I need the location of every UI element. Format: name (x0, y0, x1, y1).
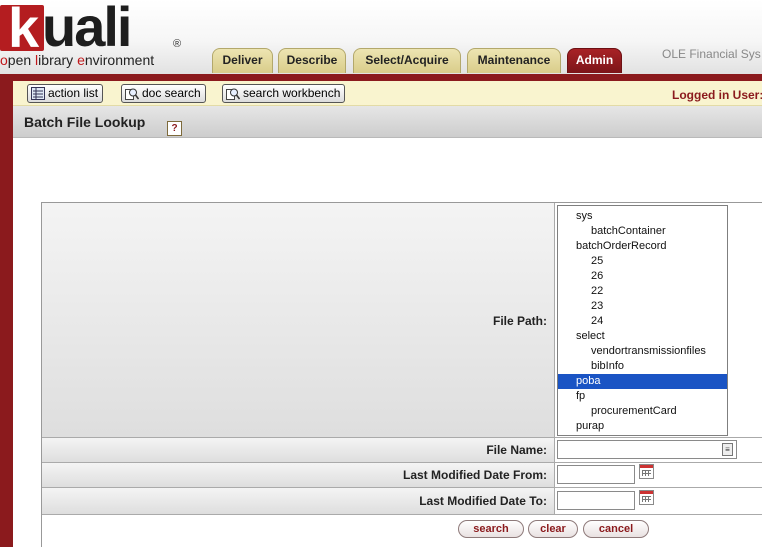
action-list-button[interactable]: action list (27, 84, 104, 103)
search-button[interactable]: search (458, 520, 524, 538)
tagline-pen: pen (7, 52, 36, 68)
tab-describe[interactable]: Describe (278, 48, 346, 73)
date-from-label-cell: Last Modified Date From: (42, 463, 555, 487)
cancel-button[interactable]: cancel (583, 520, 649, 538)
date-to-label: Last Modified Date To: (419, 494, 547, 508)
date-to-input[interactable] (557, 491, 635, 510)
tab-deliver[interactable]: Deliver (212, 48, 273, 73)
toolbar: action list doc search search workbench … (13, 81, 762, 106)
calendar-icon[interactable] (639, 490, 654, 505)
date-from-value-cell (555, 463, 762, 487)
tagline-e: e (77, 52, 85, 68)
tab-select-acquire[interactable]: Select/Acquire (353, 48, 461, 73)
date-to-label-cell: Last Modified Date To: (42, 488, 555, 514)
tree-item[interactable]: 22 (558, 284, 727, 299)
tagline-nvironment: nvironment (84, 52, 155, 68)
logged-in-user: Logged in User: (672, 88, 762, 102)
app-header: k uali ® open library environment Delive… (0, 0, 762, 74)
tree-item[interactable]: vendortransmissionfiles (558, 344, 727, 359)
file-path-label-cell: File Path: (42, 203, 555, 437)
tree-item[interactable]: procurementCard (558, 404, 727, 419)
logo-k-letter: k (8, 0, 39, 59)
tab-maintenance[interactable]: Maintenance (467, 48, 561, 73)
page-title: Batch File Lookup (24, 114, 146, 130)
tree-item[interactable]: 26 (558, 269, 727, 284)
file-name-label-cell: File Name: (42, 438, 555, 462)
logo-wordmark: uali (42, 0, 132, 58)
file-path-tree[interactable]: sys batchContainer batchOrderRecord 25 26 22 2… (557, 205, 728, 436)
magnifier-icon (125, 88, 139, 100)
tree-item[interactable]: 25 (558, 254, 727, 269)
registered-mark: ® (173, 38, 182, 50)
magnifier-icon (226, 88, 240, 100)
tree-item[interactable]: 24 (558, 314, 727, 329)
doc-search-label: doc search (142, 86, 201, 100)
button-row: search clear cancel (42, 515, 762, 548)
file-name-input[interactable] (557, 440, 737, 459)
logo-tagline: open library environment (0, 52, 154, 68)
kuali-logo[interactable]: k uali ® (0, 0, 181, 59)
tree-item[interactable]: fp (558, 389, 727, 404)
doc-search-button[interactable]: doc search (121, 84, 206, 103)
date-from-input[interactable] (557, 465, 635, 484)
tagline-o: o (0, 52, 8, 68)
date-from-row: Last Modified Date From: (42, 463, 762, 488)
tree-item[interactable]: batchContainer (558, 224, 727, 239)
tree-item[interactable]: sys (558, 209, 727, 224)
lookup-icon[interactable]: ≡ (722, 443, 733, 456)
tree-item[interactable]: purap (558, 419, 727, 434)
tree-item[interactable]: select (558, 329, 727, 344)
file-path-value-cell: sys batchContainer batchOrderRecord 25 26 22 2… (555, 203, 762, 437)
action-list-icon (31, 87, 45, 100)
tagline-ibrary: ibrary (38, 52, 78, 68)
file-name-label: File Name: (486, 443, 547, 457)
date-from-label: Last Modified Date From: (402, 468, 547, 482)
tree-item[interactable]: batchOrderRecord (558, 239, 727, 254)
file-path-label: File Path: (492, 314, 547, 328)
search-workbench-label: search workbench (243, 86, 341, 100)
file-name-value-cell: ≡ (555, 438, 762, 462)
action-list-label: action list (48, 86, 99, 100)
tree-item[interactable]: poba (558, 374, 727, 389)
clear-button[interactable]: clear (528, 520, 578, 538)
tree-item[interactable]: 23 (558, 299, 727, 314)
search-workbench-button[interactable]: search workbench (222, 84, 346, 103)
page-title-bar: Batch File Lookup ? (13, 106, 762, 138)
left-frame (0, 74, 13, 547)
header-divider (0, 74, 762, 81)
date-to-value-cell (555, 488, 762, 514)
app-title: OLE Financial Sys (662, 47, 761, 61)
help-icon[interactable]: ? (167, 121, 182, 136)
calendar-icon[interactable] (639, 464, 654, 479)
lookup-form: File Path: sys batchContainer batchOrderRe… (41, 202, 762, 548)
tree-item[interactable]: bibInfo (558, 359, 727, 374)
tab-admin[interactable]: Admin (567, 48, 622, 73)
file-path-row: File Path: sys batchContainer batchOrderRe… (42, 203, 762, 438)
date-to-row: Last Modified Date To: (42, 488, 762, 515)
file-name-row: File Name: ≡ (42, 438, 762, 463)
